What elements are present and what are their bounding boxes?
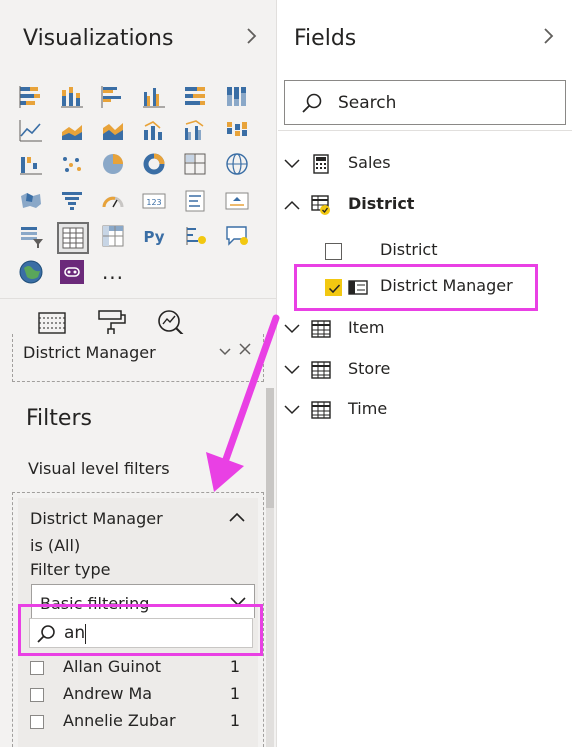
filter-item-label: Andrew Ma [63,684,153,703]
table-visual-icon[interactable] [57,222,89,254]
filter-item-count: 1 [229,684,240,703]
chevron-down-icon[interactable] [219,348,231,356]
chevron-down-icon[interactable] [284,405,300,415]
table-icon [311,320,331,338]
field-label: District [380,240,438,259]
calculator-measure-table-icon [313,154,329,174]
filter-item-checkbox[interactable] [30,688,44,702]
table-label: District [348,194,415,213]
filter-field-name: District Manager [30,509,163,528]
waterfall-chart-icon[interactable] [18,151,44,177]
table-district[interactable]: District [278,192,572,220]
visualizations-pane: Visualizations 123 Py ... District Manag… [0,0,277,747]
filter-item-count: 1 [229,711,240,730]
fields-title: Fields [294,26,357,51]
filter-search-value: an [64,623,86,643]
more-visuals-button[interactable]: ... [100,259,126,285]
visualizations-scrollbar[interactable] [266,388,274,747]
table-sales[interactable]: Sales [278,151,572,179]
fields-search-input[interactable]: Search [284,80,566,125]
stacked-bar-chart-icon[interactable] [18,84,44,110]
svg-text:123: 123 [146,198,161,207]
remove-field-close-icon[interactable] [239,343,251,355]
arcgis-map-icon[interactable] [18,259,44,285]
search-icon [302,93,322,113]
text-caret [85,624,86,644]
filled-map-icon[interactable] [18,188,44,214]
gauge-icon[interactable] [100,188,126,214]
filters-title: Filters [26,406,92,431]
filter-item-label: Annelie Zubar [63,711,176,730]
table-label: Time [348,399,388,418]
python-visual-icon[interactable]: Py [141,223,167,249]
100-percent-stacked-bar-icon[interactable] [182,84,208,110]
collapse-visualizations-chevron-icon[interactable] [245,26,259,46]
custom-visual-icon[interactable] [59,259,85,285]
scatter-chart-icon[interactable] [59,151,85,177]
filter-type-label: Filter type [30,560,111,579]
clustered-bar-chart-icon[interactable] [100,84,126,110]
field-well-value: District Manager [23,343,156,362]
table-item[interactable]: Item [278,316,572,344]
filter-item-allan-guinot[interactable]: Allan Guinot 1 [30,657,250,681]
chevron-down-icon[interactable] [284,365,300,375]
area-chart-icon[interactable] [59,118,85,144]
table-time[interactable]: Time [278,397,572,425]
chevron-up-icon[interactable] [284,200,300,210]
stacked-column-chart-icon[interactable] [59,84,85,110]
filter-item-andrew-ma[interactable]: Andrew Ma 1 [30,684,250,708]
100-percent-stacked-column-icon[interactable] [224,84,250,110]
filter-item-checkbox[interactable] [30,661,44,675]
table-store[interactable]: Store [278,357,572,385]
chevron-up-icon[interactable] [229,512,245,522]
kpi-icon[interactable] [224,188,250,214]
svg-text:Py: Py [143,228,164,246]
table-label: Item [348,318,385,337]
divider [278,130,572,131]
card-icon[interactable]: 123 [141,188,167,214]
filter-item-label: Allan Guinot [63,657,162,676]
search-icon [37,625,55,643]
values-field-well[interactable]: District Manager [12,334,264,382]
field-checkbox[interactable] [325,243,342,260]
clustered-column-chart-icon[interactable] [141,84,167,110]
field-district[interactable]: District [278,238,572,266]
table-icon [311,401,331,419]
fields-search-placeholder: Search [338,93,397,113]
table-label: Store [348,359,391,378]
funnel-chart-icon[interactable] [59,188,85,214]
scrollbar-thumb[interactable] [266,388,274,508]
multi-row-card-icon[interactable] [182,188,208,214]
table-icon [311,361,331,379]
pie-chart-icon[interactable] [100,151,126,177]
donut-chart-icon[interactable] [141,151,167,177]
slicer-icon[interactable] [18,223,44,249]
collapse-fields-chevron-icon[interactable] [542,26,556,46]
line-and-clustered-column-icon[interactable] [182,118,208,144]
qna-visual-icon[interactable] [224,223,250,249]
chevron-down-icon[interactable] [284,324,300,334]
table-checked-icon [311,195,330,215]
ribbon-chart-icon[interactable] [224,118,250,144]
table-label: Sales [348,153,391,172]
visual-level-filters-label: Visual level filters [28,459,170,478]
filter-item-annelie-zubar[interactable]: Annelie Zubar 1 [30,711,250,735]
line-chart-icon[interactable] [18,118,44,144]
filter-summary: is (All) [30,536,81,555]
filter-search-input[interactable]: an [29,618,253,648]
matrix-visual-icon[interactable] [100,223,126,249]
treemap-icon[interactable] [182,151,208,177]
key-influencers-icon[interactable] [182,223,208,249]
filter-item-checkbox[interactable] [30,715,44,729]
map-globe-icon[interactable] [224,151,250,177]
line-and-stacked-column-icon[interactable] [141,118,167,144]
visualizations-title: Visualizations [23,26,174,51]
chevron-down-icon[interactable] [284,159,300,169]
filter-item-count: 1 [229,657,240,676]
stacked-area-chart-icon[interactable] [100,118,126,144]
fields-pane: Fields Search Sales District District Di… [278,0,572,747]
district-manager-highlight-box [294,264,538,311]
